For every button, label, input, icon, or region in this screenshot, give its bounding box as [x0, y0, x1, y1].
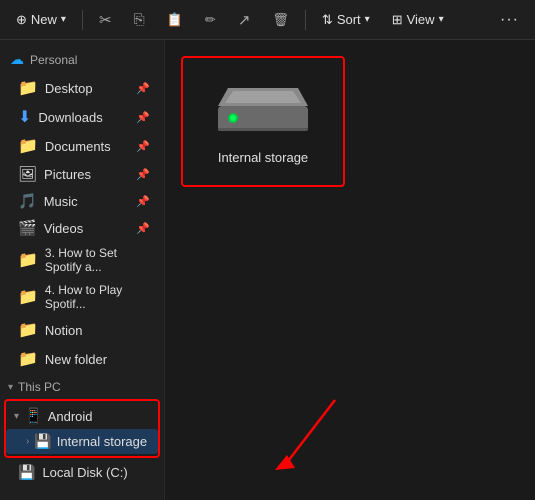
- new-label: New: [31, 12, 57, 27]
- sidebar-item-new-folder[interactable]: 📁 New folder: [4, 345, 160, 373]
- sidebar-videos-label: Videos: [44, 221, 84, 236]
- documents-pin-icon: 📌: [136, 140, 150, 153]
- cloud-icon: ☁: [10, 51, 24, 68]
- view-chevron-icon: ▾: [439, 14, 444, 25]
- spotify1-folder-icon: 📁: [18, 250, 38, 270]
- main-layout: ☁ Personal 📁 Desktop 📌 ⬇ Downloads 📌 📁 D…: [0, 40, 535, 500]
- more-button[interactable]: ···: [492, 7, 527, 33]
- desktop-folder-icon: 📁: [18, 78, 38, 98]
- delete-icon: 🗑: [272, 12, 289, 28]
- sidebar-documents-label: Documents: [45, 139, 111, 154]
- sidebar-item-desktop[interactable]: 📁 Desktop 📌: [4, 74, 160, 102]
- cut-button[interactable]: ✂: [91, 7, 120, 33]
- this-pc-chevron-icon: ▾: [8, 382, 13, 393]
- view-button[interactable]: ⊞ View ▾: [384, 8, 452, 32]
- internal-expand-icon: ›: [26, 436, 29, 447]
- music-icon: 🎵: [18, 192, 37, 210]
- android-label: Android: [48, 409, 93, 424]
- copy-icon: ⎘: [134, 11, 145, 28]
- internal-storage-item[interactable]: Internal storage: [181, 56, 345, 187]
- sidebar: ☁ Personal 📁 Desktop 📌 ⬇ Downloads 📌 📁 D…: [0, 40, 165, 500]
- arrow-annotation: [265, 390, 345, 480]
- delete-button[interactable]: 🗑: [264, 8, 297, 32]
- sidebar-cloud-label: Personal: [30, 53, 77, 67]
- sidebar-pictures-label: Pictures: [44, 167, 91, 182]
- sidebar-desktop-label: Desktop: [45, 81, 93, 96]
- view-icon: ⊞: [392, 12, 403, 28]
- hdd-svg-icon: [213, 78, 313, 138]
- pictures-icon: 🖼: [18, 165, 37, 183]
- sidebar-new-folder-label: New folder: [45, 352, 107, 367]
- sidebar-downloads-label: Downloads: [38, 110, 102, 125]
- this-pc-label: This PC: [18, 380, 61, 394]
- sort-chevron-icon: ▾: [365, 14, 370, 25]
- new-folder-icon: 📁: [18, 349, 38, 369]
- sidebar-item-notion[interactable]: 📁 Notion: [4, 316, 160, 344]
- downloads-pin-icon: 📌: [136, 111, 150, 124]
- notion-folder-icon: 📁: [18, 320, 38, 340]
- toolbar-separator-1: [82, 10, 83, 30]
- android-device-icon: 📱: [24, 407, 43, 425]
- documents-folder-icon: 📁: [18, 136, 38, 156]
- sidebar-item-spotify1[interactable]: 📁 3. How to Set Spotify a...: [4, 242, 160, 278]
- local-disk-icon: 💾: [18, 464, 35, 481]
- sidebar-item-music[interactable]: 🎵 Music 📌: [4, 188, 160, 214]
- view-label: View: [407, 12, 435, 27]
- desktop-pin-icon: 📌: [136, 82, 150, 95]
- paste-button[interactable]: 📋: [159, 8, 191, 32]
- videos-icon: 🎬: [18, 219, 37, 237]
- pictures-pin-icon: 📌: [136, 168, 150, 181]
- share-button[interactable]: ↗: [230, 7, 259, 33]
- videos-pin-icon: 📌: [136, 222, 150, 235]
- local-disk-label: Local Disk (C:): [42, 465, 127, 480]
- rename-icon: ✏: [205, 12, 216, 28]
- sidebar-item-local-disk[interactable]: 💾 Local Disk (C:): [4, 460, 160, 485]
- android-section: ▾ 📱 Android › 💾 Internal storage: [4, 399, 160, 458]
- sidebar-item-spotify2[interactable]: 📁 4. How to Play Spotif...: [4, 279, 160, 315]
- share-icon: ↗: [238, 11, 251, 29]
- paste-icon: 📋: [167, 12, 183, 28]
- sidebar-item-pictures[interactable]: 🖼 Pictures 📌: [4, 161, 160, 187]
- spotify2-folder-icon: 📁: [18, 287, 38, 307]
- android-internal-storage-label: Internal storage: [57, 434, 147, 449]
- internal-storage-icon: 💾: [34, 433, 51, 450]
- content-area: Internal storage: [165, 40, 535, 500]
- sort-button[interactable]: ⇅ Sort ▾: [314, 8, 378, 32]
- toolbar-separator-2: [305, 10, 306, 30]
- sidebar-item-videos[interactable]: 🎬 Videos 📌: [4, 215, 160, 241]
- downloads-icon: ⬇: [18, 107, 31, 127]
- new-icon: ⊕: [16, 12, 27, 28]
- new-button[interactable]: ⊕ New ▾: [8, 8, 74, 32]
- sort-icon: ⇅: [322, 12, 333, 28]
- sidebar-spotify1-label: 3. How to Set Spotify a...: [45, 246, 150, 274]
- rename-button[interactable]: ✏: [197, 8, 224, 32]
- sidebar-music-label: Music: [44, 194, 78, 209]
- storage-content-label: Internal storage: [218, 150, 308, 165]
- sidebar-item-downloads[interactable]: ⬇ Downloads 📌: [4, 103, 160, 131]
- cut-icon: ✂: [99, 11, 112, 29]
- this-pc-section[interactable]: ▾ This PC: [0, 374, 164, 397]
- sidebar-cloud[interactable]: ☁ Personal: [0, 46, 164, 73]
- sort-label: Sort: [337, 12, 361, 27]
- more-icon: ···: [500, 11, 519, 29]
- sidebar-spotify2-label: 4. How to Play Spotif...: [45, 283, 150, 311]
- sidebar-notion-label: Notion: [45, 323, 83, 338]
- new-chevron-icon: ▾: [61, 14, 66, 25]
- copy-button[interactable]: ⎘: [126, 7, 153, 32]
- android-internal-storage-item[interactable]: › 💾 Internal storage: [6, 429, 158, 454]
- music-pin-icon: 📌: [136, 195, 150, 208]
- android-chevron-icon: ▾: [14, 411, 19, 422]
- toolbar: ⊕ New ▾ ✂ ⎘ 📋 ✏ ↗ 🗑 ⇅ Sort ▾ ⊞ View ▾ ··…: [0, 0, 535, 40]
- android-header[interactable]: ▾ 📱 Android: [6, 403, 158, 429]
- sidebar-item-documents[interactable]: 📁 Documents 📌: [4, 132, 160, 160]
